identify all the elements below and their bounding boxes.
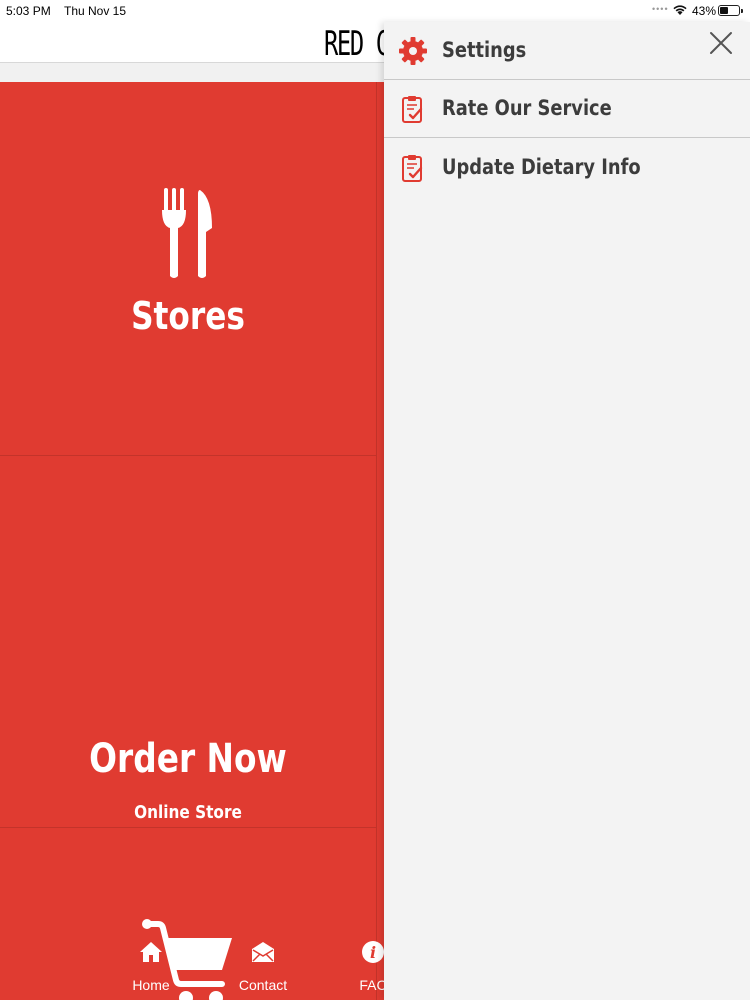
drawer-item-update-dietary-info[interactable]: Update Dietary Info [384, 139, 750, 197]
tab-home[interactable]: Home [106, 930, 196, 1000]
tab-contact[interactable]: Contact [218, 930, 308, 1000]
online-store-label: Online Store [134, 802, 242, 823]
home-tiles: Stores Order Now Online Store [0, 82, 384, 1000]
order-now-tile[interactable]: Order Now Online Store [0, 456, 376, 1000]
battery-icon [718, 5, 743, 16]
battery-fill [720, 7, 728, 14]
wifi-icon [672, 4, 688, 19]
order-now-label: Order Now [89, 736, 287, 782]
status-time: 5:03 PM [6, 4, 51, 18]
gear-icon [399, 37, 427, 65]
drawer-item-label: Update Dietary Info [442, 155, 641, 179]
info-icon: i [362, 941, 384, 963]
tab-contact-label: Contact [238, 977, 288, 993]
header-divider [0, 62, 384, 82]
fork-knife-icon [162, 188, 212, 278]
tile-column-edge [376, 82, 384, 1000]
empty-tile [0, 828, 376, 918]
envelope-icon [252, 942, 274, 962]
stores-label: Stores [131, 294, 245, 338]
status-bar: 5:03 PM Thu Nov 15 •••• 43% [0, 0, 750, 22]
side-drawer: Settings Rate Our Service Update Dietary… [384, 22, 750, 1000]
drawer-item-label: Rate Our Service [442, 96, 612, 120]
drawer-item-settings[interactable]: Settings [384, 22, 750, 80]
battery-percent: 43% [692, 4, 717, 18]
multitasking-dots-icon: •••• [652, 4, 669, 14]
drawer-item-rate-our-service[interactable]: Rate Our Service [384, 80, 750, 138]
stores-tile[interactable]: Stores [0, 82, 376, 456]
tab-home-label: Home [132, 977, 170, 993]
drawer-item-label: Settings [442, 38, 527, 62]
app-title: RED C [324, 24, 390, 64]
close-icon[interactable] [708, 30, 734, 56]
svg-text:i: i [370, 943, 376, 962]
clipboard-check-icon [402, 155, 423, 182]
home-icon [140, 942, 162, 962]
clipboard-check-icon [402, 96, 423, 123]
status-date: Thu Nov 15 [64, 4, 127, 18]
bottom-tab-bar: Home Contact i FAC [0, 930, 387, 1000]
